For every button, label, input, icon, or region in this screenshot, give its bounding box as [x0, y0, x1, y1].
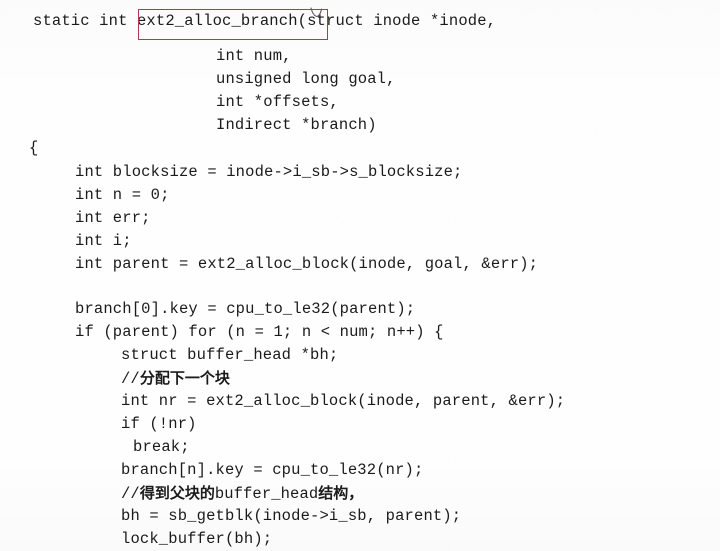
code-line: branch[n].key = cpu_to_le32(nr);: [121, 461, 424, 479]
chinese-comment-text: 分配下一个块: [139, 369, 230, 387]
code-line: int *offsets,: [216, 93, 339, 111]
code-line: Indirect *branch): [216, 116, 377, 134]
scanned-page: static int ext2_alloc_branch(struct inod…: [0, 0, 720, 551]
code-line: static int ext2_alloc_branch(struct inod…: [33, 12, 497, 30]
code-line: int i;: [75, 232, 132, 250]
code-line: int num,: [216, 47, 292, 65]
code-line: //分配下一个块: [121, 369, 230, 388]
code-line: if (!nr): [121, 415, 197, 433]
code-line: int blocksize = inode->i_sb->s_blocksize…: [75, 163, 463, 181]
chinese-comment-text: 得到父块的: [139, 484, 215, 502]
code-line: int n = 0;: [75, 186, 170, 204]
code-line: {: [29, 139, 39, 157]
code-listing: static int ext2_alloc_branch(struct inod…: [0, 0, 720, 551]
code-line: unsigned long goal,: [216, 70, 396, 88]
chinese-comment-text: 结构，: [318, 484, 364, 502]
code-line: if (parent) for (n = 1; n < num; n++) {: [75, 323, 444, 341]
code-line: branch[0].key = cpu_to_le32(parent);: [75, 300, 416, 318]
code-line: int parent = ext2_alloc_block(inode, goa…: [75, 255, 539, 273]
code-line: lock_buffer(bh);: [121, 530, 273, 548]
code-line: struct buffer_head *bh;: [121, 346, 339, 364]
code-line: break;: [133, 438, 190, 456]
code-line: int nr = ext2_alloc_block(inode, parent,…: [121, 392, 566, 410]
code-line: bh = sb_getblk(inode->i_sb, parent);: [121, 507, 462, 525]
code-line: int err;: [75, 209, 151, 227]
code-line: //得到父块的buffer_head结构，: [121, 484, 364, 503]
